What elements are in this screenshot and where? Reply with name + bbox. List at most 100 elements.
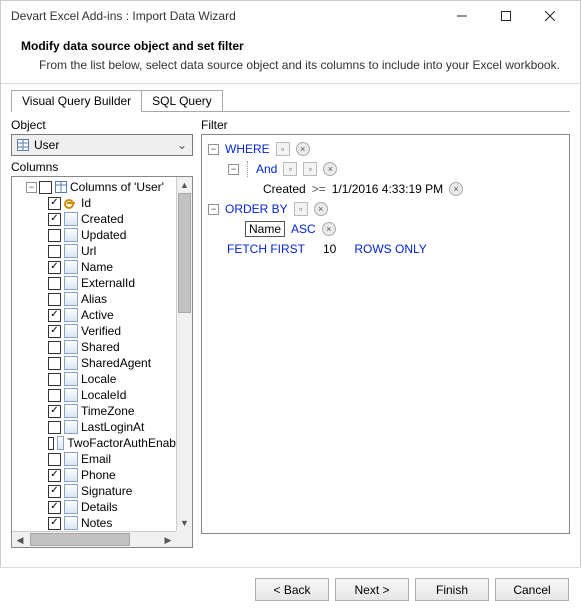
filter-tree[interactable]: − WHERE ▫ × − And ▫ ▫ × Created >= <box>201 134 570 534</box>
cancel-button[interactable]: Cancel <box>495 578 569 601</box>
checkbox[interactable] <box>48 213 61 226</box>
column-timezone[interactable]: TimeZone <box>14 403 192 419</box>
condition-value[interactable]: 1/1/2016 4:33:19 PM <box>332 182 443 196</box>
add-group-icon[interactable]: ▫ <box>303 162 317 176</box>
wizard-footer: < Back Next > Finish Cancel <box>0 567 581 611</box>
maximize-button[interactable] <box>484 1 528 31</box>
column-icon <box>64 484 78 498</box>
finish-button[interactable]: Finish <box>415 578 489 601</box>
checkbox[interactable] <box>48 357 61 370</box>
checkbox[interactable] <box>48 277 61 290</box>
column-signature[interactable]: Signature <box>14 483 192 499</box>
tab-visual-query[interactable]: Visual Query Builder <box>11 90 142 112</box>
scroll-right-icon[interactable]: ▶ <box>160 532 176 547</box>
column-verified[interactable]: Verified <box>14 323 192 339</box>
checkbox[interactable] <box>48 261 61 274</box>
object-dropdown[interactable]: User ⌄ <box>11 134 193 156</box>
next-button[interactable]: Next > <box>335 578 409 601</box>
column-externalid[interactable]: ExternalId <box>14 275 192 291</box>
checkbox[interactable] <box>48 341 61 354</box>
checkbox[interactable] <box>48 197 61 210</box>
column-phone[interactable]: Phone <box>14 467 192 483</box>
object-value: User <box>34 138 174 152</box>
where-clause[interactable]: WHERE <box>225 142 270 156</box>
add-condition-icon[interactable]: ▫ <box>283 162 297 176</box>
wizard-header: Modify data source object and set filter… <box>1 31 580 84</box>
and-operator[interactable]: And <box>256 162 277 176</box>
collapse-icon[interactable]: − <box>208 144 219 155</box>
column-shared[interactable]: Shared <box>14 339 192 355</box>
column-localeid[interactable]: LocaleId <box>14 387 192 403</box>
tab-sql-query[interactable]: SQL Query <box>141 90 223 111</box>
column-lastloginat[interactable]: LastLoginAt <box>14 419 192 435</box>
column-email[interactable]: Email <box>14 451 192 467</box>
column-created[interactable]: Created <box>14 211 192 227</box>
column-twofactorauthenabled[interactable]: TwoFactorAuthEnabled <box>14 435 192 451</box>
column-icon <box>64 244 78 258</box>
remove-icon[interactable]: × <box>449 182 463 196</box>
back-button[interactable]: < Back <box>255 578 329 601</box>
column-locale[interactable]: Locale <box>14 371 192 387</box>
scroll-left-icon[interactable]: ◀ <box>12 532 28 547</box>
close-button[interactable] <box>528 1 572 31</box>
checkbox[interactable] <box>48 309 61 322</box>
add-sort-icon[interactable]: ▫ <box>294 202 308 216</box>
scroll-up-icon[interactable]: ▲ <box>177 177 192 193</box>
scroll-down-icon[interactable]: ▼ <box>177 515 192 531</box>
sort-field[interactable]: Name <box>245 221 285 237</box>
checkbox[interactable] <box>48 421 61 434</box>
column-id[interactable]: Id <box>14 195 192 211</box>
remove-icon[interactable]: × <box>323 162 337 176</box>
column-url[interactable]: Url <box>14 243 192 259</box>
column-active[interactable]: Active <box>14 307 192 323</box>
checkbox[interactable] <box>48 437 54 450</box>
checkbox[interactable] <box>48 485 61 498</box>
add-condition-icon[interactable]: ▫ <box>276 142 290 156</box>
column-icon <box>64 308 78 322</box>
scroll-thumb[interactable] <box>30 533 130 546</box>
tree-root[interactable]: − Columns of 'User' <box>14 179 192 195</box>
orderby-clause[interactable]: ORDER BY <box>225 202 288 216</box>
vertical-scrollbar[interactable]: ▲ ▼ <box>176 177 192 531</box>
column-sharedagent[interactable]: SharedAgent <box>14 355 192 371</box>
remove-icon[interactable]: × <box>322 222 336 236</box>
checkbox[interactable] <box>48 245 61 258</box>
checkbox[interactable] <box>48 517 61 530</box>
collapse-icon[interactable]: − <box>208 204 219 215</box>
column-name[interactable]: Name <box>14 259 192 275</box>
column-icon <box>64 516 78 530</box>
collapse-icon[interactable]: − <box>228 164 239 175</box>
column-details[interactable]: Details <box>14 499 192 515</box>
table-icon <box>16 138 30 152</box>
checkbox[interactable] <box>48 453 61 466</box>
checkbox[interactable] <box>48 405 61 418</box>
columns-tree[interactable]: − Columns of 'User' IdCreatedUpdatedUrlN… <box>11 176 193 548</box>
condition-operator[interactable]: >= <box>312 182 326 196</box>
column-icon <box>64 500 78 514</box>
checkbox[interactable] <box>48 469 61 482</box>
sort-direction[interactable]: ASC <box>291 222 316 236</box>
column-updated[interactable]: Updated <box>14 227 192 243</box>
condition-field[interactable]: Created <box>263 182 306 196</box>
checkbox[interactable] <box>48 501 61 514</box>
collapse-icon[interactable]: − <box>26 182 37 193</box>
fetch-rows-label: ROWS ONLY <box>354 242 426 256</box>
scroll-thumb[interactable] <box>178 193 191 313</box>
titlebar: Devart Excel Add-ins : Import Data Wizar… <box>1 1 580 31</box>
remove-icon[interactable]: × <box>314 202 328 216</box>
column-icon <box>64 340 78 354</box>
remove-icon[interactable]: × <box>296 142 310 156</box>
checkbox[interactable] <box>48 293 61 306</box>
checkbox[interactable] <box>39 181 52 194</box>
checkbox[interactable] <box>48 373 61 386</box>
horizontal-scrollbar[interactable]: ◀ ▶ <box>12 531 176 547</box>
checkbox[interactable] <box>48 389 61 402</box>
checkbox[interactable] <box>48 229 61 242</box>
fetch-count[interactable]: 10 <box>323 242 336 256</box>
minimize-button[interactable] <box>440 1 484 31</box>
column-alias[interactable]: Alias <box>14 291 192 307</box>
checkbox[interactable] <box>48 325 61 338</box>
column-notes[interactable]: Notes <box>14 515 192 531</box>
fetch-clause[interactable]: FETCH FIRST <box>227 242 305 256</box>
object-label: Object <box>11 118 193 132</box>
